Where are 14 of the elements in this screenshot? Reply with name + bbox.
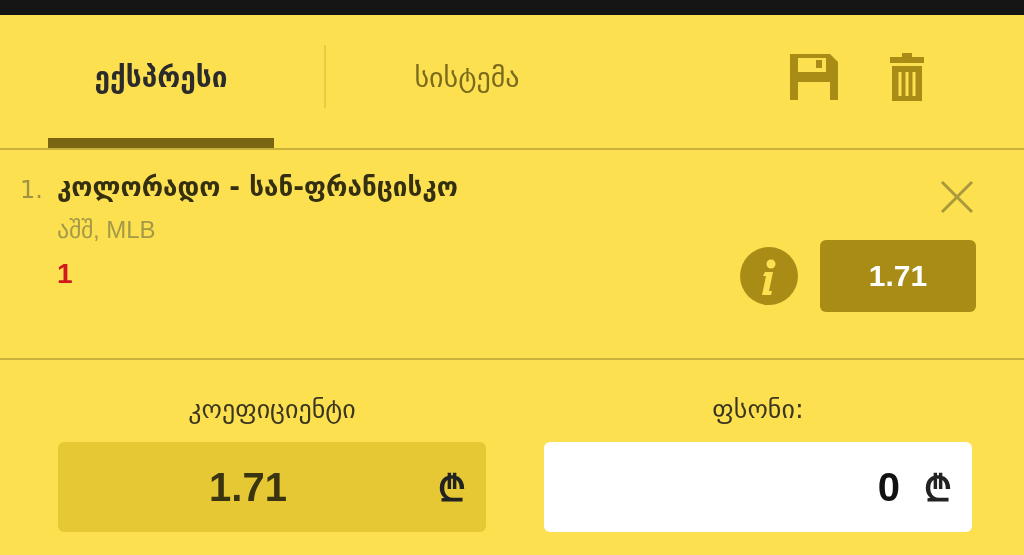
odds-field: 1.71 ₾ [58, 442, 486, 532]
bet-number: 1. [20, 176, 43, 206]
trash-icon[interactable] [890, 52, 924, 101]
stake-input[interactable]: 0 ₾ [544, 442, 972, 532]
league-label: აშშ, MLB [56, 216, 157, 244]
save-icon[interactable] [790, 53, 838, 100]
tab[interactable]: სისტემა [354, 15, 580, 148]
stake-label: ფსონი: [712, 394, 804, 424]
pick-label: 1 [56, 258, 74, 290]
info-icon[interactable] [740, 247, 798, 305]
match-title: კოლორადო - სან-ფრანცისკო [56, 172, 458, 202]
tab[interactable]: ექსპრესი [48, 15, 274, 148]
close-icon[interactable] [940, 180, 974, 214]
odds-label: კოეფიციენტი [188, 394, 356, 424]
